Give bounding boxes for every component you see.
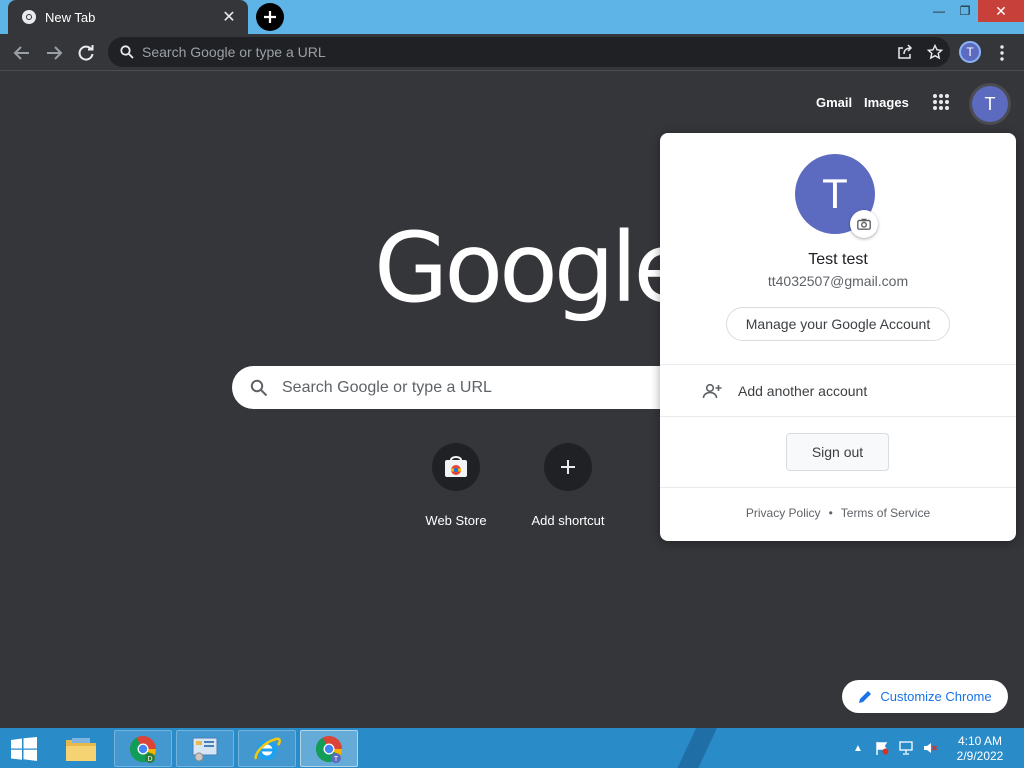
account-email: tt4032507@gmail.com xyxy=(767,273,909,289)
divider xyxy=(660,416,1016,417)
search-icon xyxy=(250,379,268,396)
shortcut-label: Add shortcut xyxy=(531,513,605,528)
tab-title: New Tab xyxy=(45,9,96,25)
arrow-right-icon xyxy=(47,46,63,60)
account-popup: T Test test tt4032507@gmail.com Manage y… xyxy=(660,133,1016,541)
restore-button[interactable]: ❐ xyxy=(952,0,978,22)
person-add-icon xyxy=(702,383,722,399)
taskbar-control-panel[interactable] xyxy=(176,730,234,767)
speaker-mute-icon xyxy=(924,743,937,753)
taskbar-file-explorer[interactable] xyxy=(52,730,110,767)
tab-close-icon[interactable]: ✕ xyxy=(220,8,238,26)
action-center-flag-icon[interactable] xyxy=(874,740,890,756)
minimize-button[interactable]: — xyxy=(926,0,952,22)
pencil-icon xyxy=(859,690,872,703)
google-logo: Google xyxy=(374,212,693,324)
volume-muted-icon[interactable] xyxy=(922,740,938,756)
window-controls: — ❐ ✕ xyxy=(926,0,1024,22)
chevron-up-icon[interactable]: ▲ xyxy=(850,740,866,756)
taskbar-internet-explorer[interactable] xyxy=(238,730,296,767)
system-tray: ▲ xyxy=(850,740,938,756)
network-icon[interactable] xyxy=(898,740,914,756)
shortcut-tile xyxy=(432,443,480,491)
chrome-icon: D xyxy=(129,735,157,763)
reload-icon xyxy=(78,45,94,61)
tab-new-tab[interactable]: New Tab ✕ xyxy=(8,0,248,34)
plus-icon xyxy=(264,11,276,23)
shortcut-label: Web Store xyxy=(425,513,487,528)
add-account-label: Add another account xyxy=(738,383,868,399)
divider xyxy=(660,487,1016,488)
search-icon xyxy=(120,45,134,59)
ie-icon xyxy=(254,737,281,760)
plus-icon xyxy=(561,460,575,474)
windows-start-icon[interactable] xyxy=(8,737,40,761)
sign-out-button[interactable]: Sign out xyxy=(786,433,889,471)
star-icon xyxy=(927,44,943,60)
reload-button[interactable] xyxy=(72,39,100,67)
manage-account-button[interactable]: Manage your Google Account xyxy=(726,307,950,341)
customize-label: Customize Chrome xyxy=(880,689,992,704)
chrome-icon xyxy=(22,10,36,24)
taskbar-chrome-t[interactable]: T xyxy=(300,730,358,767)
window-close-button[interactable]: ✕ xyxy=(978,0,1024,22)
omnibox[interactable]: Search Google or type a URL xyxy=(108,37,950,67)
chrome-menu-button[interactable] xyxy=(992,42,1012,64)
omnibox-placeholder: Search Google or type a URL xyxy=(142,44,326,60)
shortcut-tile xyxy=(544,443,592,491)
clock-time: 4:10 AM xyxy=(957,734,1003,748)
more-vert-icon xyxy=(1000,45,1004,61)
shortcut-add[interactable]: Add shortcut xyxy=(512,443,624,528)
apps-grid-icon[interactable] xyxy=(932,93,950,111)
new-tab-button[interactable] xyxy=(256,3,284,31)
flag-icon xyxy=(876,742,889,755)
forward-button[interactable] xyxy=(40,39,68,67)
privacy-policy-link[interactable]: Privacy Policy xyxy=(746,506,821,520)
shortcut-web-store[interactable]: Web Store xyxy=(400,443,512,528)
add-account-button[interactable]: Add another account xyxy=(660,365,1016,417)
back-button[interactable] xyxy=(8,39,36,67)
taskbar-chrome-d[interactable]: D xyxy=(114,730,172,767)
share-icon xyxy=(898,44,913,59)
browser-toolbar: Search Google or type a URL T xyxy=(0,34,1024,71)
system-clock[interactable]: 4:10 AM 2/9/2022 xyxy=(948,734,1012,764)
svg-text:D: D xyxy=(147,756,152,763)
folder-icon xyxy=(66,737,96,761)
title-bar: New Tab ✕ — ❐ ✕ xyxy=(0,0,1024,34)
taskbar: D T ▲ 4:10 AM 2/9/2022 xyxy=(0,728,1024,768)
chrome-icon: T xyxy=(315,735,343,763)
footer-separator: • xyxy=(828,506,833,520)
camera-icon xyxy=(857,218,871,230)
arrow-left-icon xyxy=(13,46,29,60)
bookmark-button[interactable] xyxy=(920,37,950,67)
clock-date: 2/9/2022 xyxy=(956,749,1004,763)
search-placeholder: Search Google or type a URL xyxy=(282,378,492,396)
network-monitor-icon xyxy=(899,741,913,755)
control-panel-icon xyxy=(192,737,218,761)
account-avatar[interactable]: T xyxy=(972,86,1008,122)
taskbar-decoration xyxy=(640,728,760,768)
share-button[interactable] xyxy=(890,37,920,67)
change-photo-button[interactable] xyxy=(850,210,878,238)
gmail-link[interactable]: Gmail xyxy=(816,95,852,110)
images-link[interactable]: Images xyxy=(864,95,909,110)
popup-footer: Privacy Policy • Terms of Service xyxy=(660,506,1016,520)
terms-of-service-link[interactable]: Terms of Service xyxy=(841,506,930,520)
svg-text:T: T xyxy=(334,756,339,763)
account-name: Test test xyxy=(808,251,868,268)
profile-avatar-button[interactable]: T xyxy=(959,41,981,63)
web-store-icon xyxy=(445,456,467,477)
customize-chrome-button[interactable]: Customize Chrome xyxy=(842,680,1008,713)
